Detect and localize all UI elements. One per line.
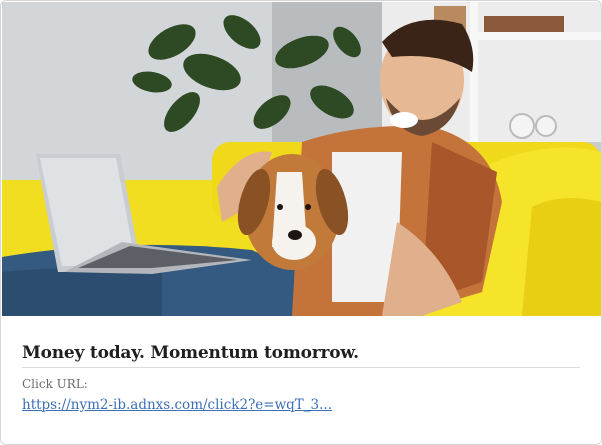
ad-text-block: Money today. Momentum tomorrow. Click UR… <box>22 317 580 414</box>
click-url-link[interactable]: https://nym2-ib.adnxs.com/click2?e=wqT_3… <box>22 396 332 414</box>
ad-card: Money today. Momentum tomorrow. Click UR… <box>0 0 602 445</box>
ad-headline[interactable]: Money today. Momentum tomorrow. <box>22 342 580 364</box>
click-url-label: Click URL: <box>22 377 88 391</box>
hero-photo <box>2 2 601 316</box>
ad-image[interactable] <box>2 2 601 316</box>
divider <box>22 367 580 368</box>
